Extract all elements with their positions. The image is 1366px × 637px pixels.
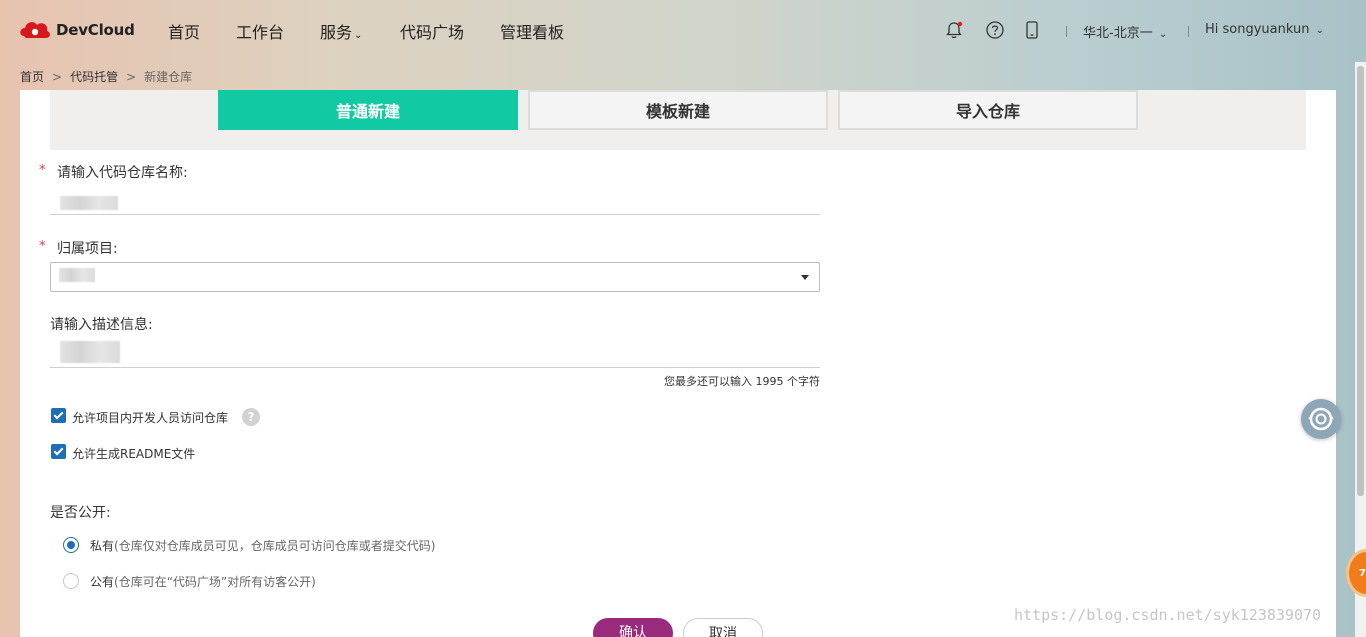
breadcrumb-code-hosting[interactable]: 代码托管: [70, 70, 118, 84]
mobile-phone-icon[interactable]: [1022, 20, 1042, 40]
chevron-down-icon: ⌄: [354, 30, 363, 41]
description-input[interactable]: [60, 341, 120, 363]
nav-code-square[interactable]: 代码广场: [400, 19, 464, 43]
assistant-icon: [1308, 407, 1334, 431]
watermark-text: https://blog.csdn.net/syk123839070: [1014, 606, 1322, 624]
char-count-hint: 您最多还可以输入 1995 个字符: [664, 375, 820, 388]
public-option[interactable]: 公有(仓库可在“代码广场”对所有访客公开): [90, 573, 316, 590]
project-value: [59, 268, 95, 282]
devcloud-logo-icon: [20, 22, 50, 38]
generate-readme-checkbox[interactable]: [51, 444, 66, 459]
breadcrumb: 首页 > 代码托管 > 新建仓库: [20, 70, 193, 84]
private-radio[interactable]: [63, 537, 79, 553]
scrollbar-thumb[interactable]: [1357, 66, 1364, 496]
public-radio[interactable]: [63, 573, 79, 589]
nav-services-label: 服务: [320, 23, 353, 42]
required-mark: *: [39, 239, 46, 254]
tab-normal-create[interactable]: 普通新建: [218, 90, 518, 130]
allow-dev-access-label: 允许项目内开发人员访问仓库: [72, 411, 229, 425]
project-label: 归属项目:: [57, 241, 118, 257]
score-badge[interactable]: 76: [1346, 549, 1366, 597]
chevron-down-icon: ⌄: [1158, 29, 1168, 40]
private-option[interactable]: 私有(仓库仅对仓库成员可见，仓库成员可访问仓库或者提交代码): [90, 537, 435, 554]
user-greeting: Hi songyuankun: [1205, 22, 1310, 37]
tab-bar: 普通新建 模板新建 导入仓库: [50, 90, 1306, 150]
breadcrumb-current: 新建仓库: [144, 70, 193, 84]
description-label: 请输入描述信息:: [50, 317, 153, 333]
tab-template-create[interactable]: 模板新建: [528, 90, 828, 130]
help-icon[interactable]: ?: [242, 408, 260, 426]
top-navbar: DevCloud 首页 工作台 服务 ⌄ 代码广场 管理看板 华北-北京一 ⌄ H…: [0, 0, 1366, 62]
user-menu[interactable]: Hi songyuankun ⌄: [1205, 22, 1324, 37]
required-mark: *: [39, 163, 46, 178]
description-underline: [50, 367, 820, 368]
private-note: (仓库仅对仓库成员可见，仓库成员可访问仓库或者提交代码): [114, 539, 436, 553]
breadcrumb-home[interactable]: 首页: [20, 70, 44, 84]
confirm-button[interactable]: 确认: [593, 618, 673, 637]
public-label: 公有: [90, 575, 115, 589]
floating-assistant-button[interactable]: [1301, 399, 1341, 439]
repo-name-underline: [50, 214, 820, 215]
help-circle-icon[interactable]: [985, 20, 1005, 40]
tab-import-repo[interactable]: 导入仓库: [838, 90, 1138, 130]
region-label: 华北-北京一: [1083, 26, 1153, 41]
nav-dashboard[interactable]: 管理看板: [500, 19, 564, 43]
visibility-label: 是否公开:: [50, 505, 111, 521]
nav-divider: [1066, 26, 1067, 37]
repo-name-input[interactable]: [60, 196, 118, 210]
nav-home[interactable]: 首页: [168, 19, 200, 43]
repo-name-label: 请输入代码仓库名称:: [57, 165, 188, 181]
logo-text: DevCloud: [56, 21, 135, 39]
cancel-button[interactable]: 取消: [683, 618, 763, 637]
nav-services[interactable]: 服务 ⌄: [320, 19, 362, 43]
nav-workbench[interactable]: 工作台: [236, 19, 284, 43]
private-label: 私有: [90, 539, 115, 553]
nav-divider: [1188, 26, 1189, 37]
caret-down-icon: [801, 275, 809, 280]
project-select[interactable]: [50, 262, 820, 292]
chevron-down-icon: ⌄: [1315, 25, 1325, 36]
allow-dev-access-checkbox[interactable]: [51, 408, 66, 423]
public-note: (仓库可在“代码广场”对所有访客公开): [114, 575, 316, 589]
bell-icon[interactable]: [944, 20, 964, 40]
create-repo-panel: 普通新建 模板新建 导入仓库 * 请输入代码仓库名称: * 归属项目: 请输入描…: [20, 90, 1336, 637]
region-selector[interactable]: 华北-北京一 ⌄: [1083, 22, 1167, 41]
generate-readme-label: 允许生成README文件: [72, 447, 196, 461]
logo[interactable]: DevCloud: [18, 18, 135, 42]
